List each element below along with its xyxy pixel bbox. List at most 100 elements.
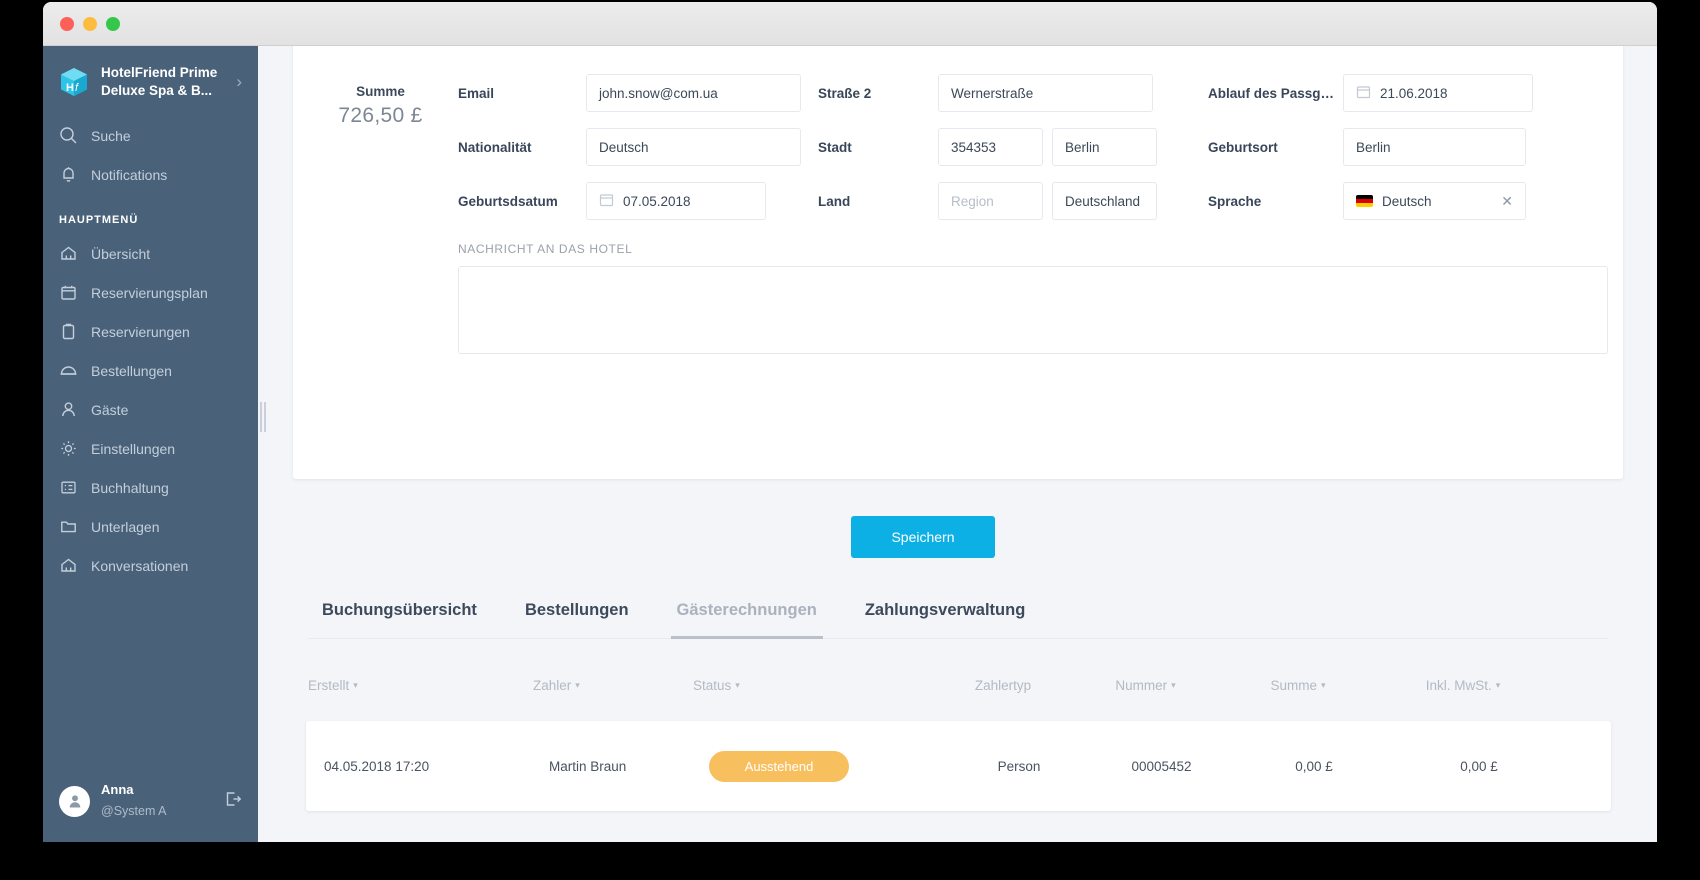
calendar-icon <box>59 283 78 302</box>
invoices-table-header: Erstellt ▾ Zahler ▾ Status ▾ Zahlertyp Numm… <box>308 678 1608 693</box>
hotelfriend-logo-icon: H f <box>57 65 91 99</box>
field-label: Nationalität <box>458 139 532 155</box>
region-field[interactable]: Region <box>938 182 1043 220</box>
window-titlebar <box>43 2 1657 46</box>
sort-caret-icon: ▾ <box>353 680 358 690</box>
sidebar-item-konversationen[interactable]: Konversationen <box>43 546 258 585</box>
zip-field[interactable]: 354353 <box>938 128 1043 166</box>
sidebar-item-notifications[interactable]: Notifications <box>43 155 258 194</box>
field-geburtsort: Geburtsort Berlin <box>1208 128 1608 166</box>
status-badge: Ausstehend <box>709 750 849 782</box>
sidebar-item-label: Unterlagen <box>91 518 160 535</box>
field-passablauf: Ablauf des Passg… 21.06.2018 <box>1208 74 1608 112</box>
folder-icon <box>59 517 78 536</box>
sidebar-item-gaeste[interactable]: Gäste <box>43 390 258 429</box>
app-window: H f HotelFriend Prime Deluxe Spa & B... … <box>43 2 1657 842</box>
cell-status: Ausstehend <box>709 750 949 782</box>
sort-caret-icon: ▾ <box>735 680 740 690</box>
save-button[interactable]: Speichern <box>851 516 995 558</box>
maximize-window-button[interactable] <box>106 17 120 31</box>
sidebar-resize-handle[interactable] <box>259 400 267 434</box>
email-field[interactable]: john.snow@com.ua <box>586 74 801 112</box>
nationality-field[interactable]: Deutsch <box>586 128 801 166</box>
summe-label: Summe <box>356 84 405 99</box>
cell-zahlertyp: Person <box>997 758 1041 774</box>
column-header-status[interactable]: Status ▾ <box>693 678 933 693</box>
hotel-message-textarea[interactable] <box>458 266 1608 354</box>
birthdate-value: 07.05.2018 <box>623 193 691 209</box>
user-name: Anna <box>101 782 134 798</box>
clear-language-icon[interactable]: ✕ <box>1501 193 1513 210</box>
guest-form-grid: Email john.snow@com.ua Straße 2 Wernerst… <box>458 74 1608 220</box>
field-nationalitaet: Nationalität Deutsch <box>458 128 818 166</box>
language-select[interactable]: Deutsch ✕ <box>1343 182 1526 220</box>
sidebar-item-label: Konversationen <box>91 557 189 574</box>
sidebar-item-label: Einstellungen <box>91 440 176 457</box>
birthplace-field[interactable]: Berlin <box>1343 128 1526 166</box>
country-field[interactable]: Deutschland <box>1052 182 1157 220</box>
brand-selector[interactable]: H f HotelFriend Prime Deluxe Spa & B... … <box>43 46 258 116</box>
sidebar-item-label: Suche <box>91 127 131 144</box>
hotel-message-label: NACHRICHT AN DAS HOTEL <box>458 242 633 256</box>
ledger-icon <box>59 478 78 497</box>
table-row[interactable]: 04.05.2018 17:20 Martin Braun Ausstehend… <box>306 721 1611 811</box>
save-button-row: Speichern <box>258 516 1588 558</box>
brand-line-2: Deluxe Spa & B... <box>101 83 213 99</box>
cell-zahler: Martin Braun <box>549 758 627 774</box>
sidebar-item-label: Buchhaltung <box>91 479 169 496</box>
field-land: Land Region Deutschland <box>818 182 1208 220</box>
tab-buchungsuebersicht[interactable]: Buchungsübersicht <box>316 601 483 639</box>
guest-form-card: Summe 726,50 £ Email john.snow@com.ua St… <box>293 46 1623 479</box>
field-label: Stadt <box>818 139 852 155</box>
sort-caret-icon: ▾ <box>1320 680 1326 690</box>
tab-zahlungsverwaltung[interactable]: Zahlungsverwaltung <box>859 601 1031 639</box>
field-stadt: Stadt 354353 Berlin <box>818 128 1208 166</box>
strasse2-field[interactable]: Wernerstraße <box>938 74 1153 112</box>
sidebar-item-buchhaltung[interactable]: Buchhaltung <box>43 468 258 507</box>
sidebar-item-bestellungen[interactable]: Bestellungen <box>43 351 258 390</box>
column-header-summe[interactable]: Summe ▾ <box>1218 678 1378 693</box>
room-service-icon <box>59 361 78 380</box>
summe-block: Summe 726,50 £ <box>303 84 458 128</box>
home-icon <box>59 556 78 575</box>
clipboard-icon <box>59 322 78 341</box>
column-header-zahlertyp: Zahlertyp <box>933 678 1073 693</box>
detail-tabs: Buchungsübersicht Bestellungen Gästerech… <box>308 601 1608 639</box>
sidebar-item-label: Gäste <box>91 401 129 418</box>
field-email: Email john.snow@com.ua <box>458 74 818 112</box>
city-field[interactable]: Berlin <box>1052 128 1157 166</box>
sidebar-item-suche[interactable]: Suche <box>43 116 258 155</box>
user-profile[interactable]: Anna @System A <box>43 767 258 842</box>
column-header-zahler[interactable]: Zahler ▾ <box>533 678 693 693</box>
tab-gaesterechnungen[interactable]: Gästerechnungen <box>670 601 823 639</box>
minimize-window-button[interactable] <box>83 17 97 31</box>
brand-line-1: HotelFriend Prime <box>101 65 218 80</box>
tab-bestellungen[interactable]: Bestellungen <box>519 601 635 639</box>
calendar-icon <box>599 192 614 210</box>
column-header-nummer[interactable]: Nummer ▾ <box>1073 678 1218 693</box>
cell-inkl-mwst: 0,00 £ <box>1460 758 1498 774</box>
sidebar-item-einstellungen[interactable]: Einstellungen <box>43 429 258 468</box>
main-content: Summe 726,50 £ Email john.snow@com.ua St… <box>258 46 1657 842</box>
passport-expiry-field[interactable]: 21.06.2018 <box>1343 74 1533 112</box>
field-label: Geburtsort <box>1208 139 1278 155</box>
field-label: Email <box>458 85 495 101</box>
sidebar-item-uebersicht[interactable]: Übersicht <box>43 234 258 273</box>
sidebar-item-label: Reservierungen <box>91 323 190 340</box>
sidebar-item-reservierungen[interactable]: Reservierungen <box>43 312 258 351</box>
column-header-erstellt[interactable]: Erstellt ▾ <box>308 678 533 693</box>
invoices-table-card: 04.05.2018 17:20 Martin Braun Ausstehend… <box>306 721 1611 811</box>
land-inputs: Region Deutschland <box>938 182 1157 220</box>
field-label: Straße 2 <box>818 85 872 101</box>
sidebar-menu: Übersicht Reservierungsplan Reservierung… <box>43 234 258 767</box>
column-header-inkl-mwst[interactable]: Inkl. MwSt. ▾ <box>1378 678 1548 693</box>
gear-icon <box>59 439 78 458</box>
birthdate-field[interactable]: 07.05.2018 <box>586 182 766 220</box>
close-window-button[interactable] <box>60 17 74 31</box>
sidebar-item-unterlagen[interactable]: Unterlagen <box>43 507 258 546</box>
brand-name: HotelFriend Prime Deluxe Spa & B... <box>101 64 226 100</box>
cell-summe: 0,00 £ <box>1295 758 1333 774</box>
sidebar-item-reservierungsplan[interactable]: Reservierungsplan <box>43 273 258 312</box>
field-label: Sprache <box>1208 193 1262 209</box>
logout-icon[interactable] <box>222 788 244 815</box>
